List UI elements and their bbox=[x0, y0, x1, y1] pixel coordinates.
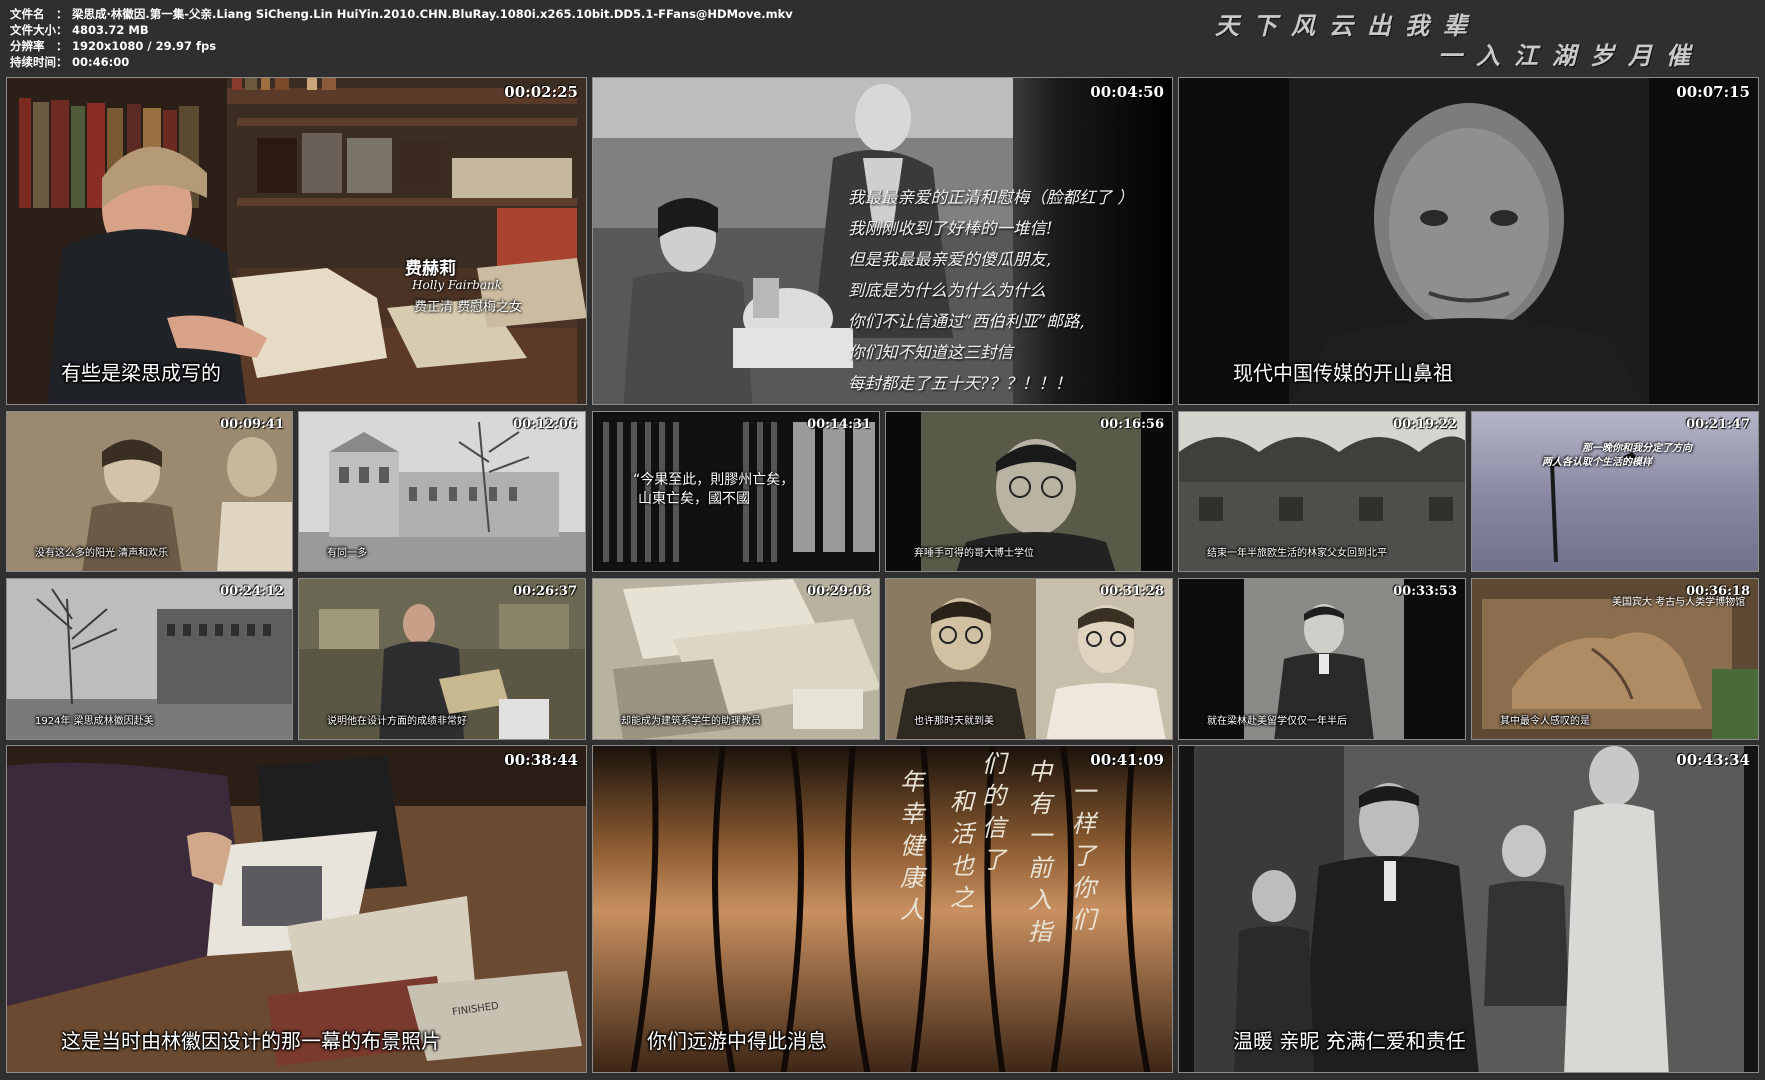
thumbnail-tile[interactable]: 00:07:15 现代中国传媒的开山鼻祖 bbox=[1178, 77, 1759, 405]
poem-line: 你们知不知道这三封信 bbox=[848, 343, 1013, 362]
bookshelf bbox=[7, 78, 586, 404]
thumbnail-tile[interactable]: 00:29:03 却能成为建筑系学生的助理教员 bbox=[592, 578, 880, 740]
subtitle: 温暖 亲昵 充满仁爱和责任 bbox=[1233, 1029, 1466, 1053]
calligraphy-column: 一样了你们 bbox=[1072, 778, 1096, 934]
timestamp: 00:04:50 bbox=[1090, 83, 1164, 101]
thumbnail-tile[interactable]: 00:12:06 有同一多 bbox=[298, 411, 586, 572]
timestamp: 00:14:31 bbox=[807, 417, 871, 432]
poem-caption-1: 那一晚你和我分定了方向 bbox=[1582, 443, 1692, 454]
subtitle: 也许那时天就到美 bbox=[914, 716, 994, 727]
subtitle: 其中最令人感叹的是 bbox=[1500, 716, 1590, 727]
thumbnail-tile[interactable]: 00:26:37 说明他在设计方面的成绩非常好 bbox=[298, 578, 586, 740]
thumbnail-tile[interactable]: 00:24:12 1924年 梁思成林徽因赴美 bbox=[6, 578, 293, 740]
thumbnail-tile[interactable]: 00:31:28 也许那时天就到美 bbox=[885, 578, 1173, 740]
interviewee-name-cn: 费赫莉 bbox=[405, 259, 456, 279]
file-name-row: 文件名 ：梁思成·林徽因.第一集-父亲.Liang SiCheng.Lin Hu… bbox=[10, 7, 793, 21]
slogan-line-2: 一入江湖岁月催 bbox=[1438, 41, 1704, 70]
timestamp: 00:31:28 bbox=[1100, 584, 1164, 599]
subtitle: 弃唾手可得的哥大博士学位 bbox=[914, 548, 1034, 559]
thumbnail-tile[interactable]: 00:33:53 就在梁林赴美留学仅仅一年半后 bbox=[1178, 578, 1466, 740]
file-size-row: 文件大小： 4803.72 MB bbox=[10, 23, 149, 37]
calligraphy-column: 年幸健康人 bbox=[900, 768, 924, 924]
thumbnail-tile[interactable]: 00:43:34 温暖 亲昵 充满仁爱和责任 bbox=[1178, 745, 1759, 1073]
timestamp: 00:07:15 bbox=[1676, 83, 1750, 101]
poem-line: 到底是为什么为什么为什么 bbox=[848, 281, 1046, 300]
timestamp: 00:38:44 bbox=[504, 751, 578, 769]
timestamp: 00:09:41 bbox=[220, 417, 284, 432]
timestamp: 00:02:25 bbox=[504, 83, 578, 101]
thumbnail-tile[interactable]: 00:16:56 弃唾手可得的哥大博士学位 bbox=[885, 411, 1173, 572]
thumbnail-tile[interactable]: 00:09:41 没有这么多的阳光 清声和欢乐 bbox=[6, 411, 293, 572]
calligraphy-column: 们的信了 bbox=[982, 750, 1006, 874]
family-portrait-photo bbox=[1179, 746, 1758, 1072]
poem-line: 我刚刚收到了好棒的一堆信! bbox=[848, 219, 1053, 238]
thumbnail-tile[interactable]: 们的信了 中有一前入指 和活也之 年幸健康人 一样了你们 00:41:09 你们… bbox=[592, 745, 1173, 1073]
timestamp: 00:36:18 bbox=[1686, 584, 1750, 599]
subtitle: 说明他在设计方面的成绩非常好 bbox=[327, 716, 467, 727]
timestamp: 00:41:09 bbox=[1090, 751, 1164, 769]
timestamp: 00:24:12 bbox=[220, 584, 284, 599]
poem-line: 但是我最最亲爱的傻瓜朋友, bbox=[848, 250, 1052, 269]
poem-line: 你们不让信通过“西伯利亚”邮路, bbox=[848, 312, 1085, 331]
sky-birds-photo bbox=[1472, 412, 1758, 571]
resolution-row: 分辨率 ： 1920x1080 / 29.97 fps bbox=[10, 39, 217, 53]
hands-photo-scene bbox=[7, 746, 586, 1072]
poem-subtitle: 我最最亲爱的正清和慰梅（脸都红了 ） 我刚刚收到了好棒的一堆信! 但是我最最亲爱… bbox=[848, 182, 1134, 399]
file-info: 文件名 ：梁思成·林徽因.第一集-父亲.Liang SiCheng.Lin Hu… bbox=[10, 6, 793, 70]
calligraphy-column: 和活也之 bbox=[950, 788, 974, 912]
subtitle: 没有这么多的阳光 清声和欢乐 bbox=[35, 548, 169, 559]
timestamp: 00:29:03 bbox=[807, 584, 871, 599]
subtitle: 这是当时由林徽因设计的那一幕的布景照片 bbox=[61, 1029, 441, 1053]
thumbnail-tile[interactable]: 那一晚你和我分定了方向 两人各认取个生活的模样 00:21:47 bbox=[1471, 411, 1759, 572]
thumbnail-tile[interactable]: FINISHED 00:38:44 这是当时由林徽因设计的那一幕的布景照片 bbox=[6, 745, 587, 1073]
thumbnail-tile[interactable]: 00:19:22 结束一年半旅欧生活的林家父女回到北平 bbox=[1178, 411, 1466, 572]
subtitle: 现代中国传媒的开山鼻祖 bbox=[1233, 361, 1453, 385]
timestamp: 00:33:53 bbox=[1393, 584, 1457, 599]
timestamp: 00:26:37 bbox=[513, 584, 577, 599]
subtitle: 结束一年半旅欧生活的林家父女回到北平 bbox=[1207, 548, 1387, 559]
thumbnail-tile[interactable]: 美国宾大 考古与人类学博物馆 00:36:18 其中最令人感叹的是 bbox=[1471, 578, 1759, 740]
subtitle: 就在梁林赴美留学仅仅一年半后 bbox=[1207, 716, 1347, 727]
timestamp: 00:19:22 bbox=[1393, 417, 1457, 432]
subtitle: 有些是梁思成写的 bbox=[61, 361, 221, 385]
poem-caption-2: 两人各认取个生活的模样 bbox=[1542, 457, 1652, 468]
thumbnail-tile[interactable]: “今果至此，則膠州亡矣， 山東亡矣，國不國 00:14:31 bbox=[592, 411, 880, 572]
subtitle: 你们远游中得此消息 bbox=[647, 1029, 827, 1053]
thumbnail-tile[interactable]: 我最最亲爱的正清和慰梅（脸都红了 ） 我刚刚收到了好棒的一堆信! 但是我最最亲爱… bbox=[592, 77, 1173, 405]
poem-line: 每封都走了五十天?？？！！！ bbox=[848, 374, 1072, 393]
timestamp: 00:12:06 bbox=[513, 417, 577, 432]
quote-line-1: “今果至此，則膠州亡矣， bbox=[633, 472, 795, 488]
subtitle: 1924年 梁思成林徽因赴美 bbox=[35, 716, 154, 727]
portrait-man bbox=[1179, 78, 1758, 404]
timestamp: 00:43:34 bbox=[1676, 751, 1750, 769]
calligraphy-column: 中有一前入指 bbox=[1028, 758, 1052, 946]
duration-row: 持续时间： 00:46:00 bbox=[10, 55, 130, 69]
subtitle: 有同一多 bbox=[327, 548, 367, 559]
interviewee-name-en: Holly Fairbank bbox=[412, 278, 503, 292]
quote-line-2: 山東亡矣，國不國 bbox=[638, 491, 750, 507]
timestamp: 00:21:47 bbox=[1686, 417, 1750, 432]
interviewee-desc: 费正清 费慰梅之女 bbox=[414, 300, 523, 315]
office-scene bbox=[7, 78, 586, 404]
thumbnail-tile[interactable]: 费赫莉 Holly Fairbank 费正清 费慰梅之女 00:02:25 有些… bbox=[6, 77, 587, 405]
subtitle: 却能成为建筑系学生的助理教员 bbox=[621, 716, 761, 727]
timestamp: 00:16:56 bbox=[1100, 417, 1164, 432]
poem-line: 我最最亲爱的正清和慰梅（脸都红了 ） bbox=[848, 188, 1134, 207]
